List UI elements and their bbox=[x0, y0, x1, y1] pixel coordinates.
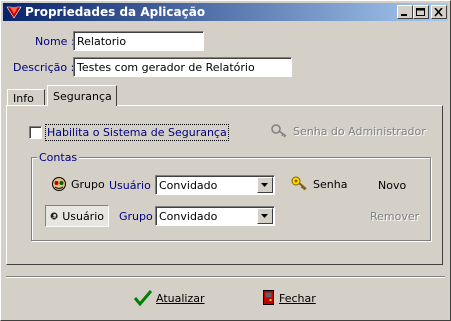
contas-group bbox=[31, 157, 431, 241]
usuario-label: Usuário : bbox=[109, 179, 159, 192]
admin-password-button[interactable]: Senha do Administrador bbox=[271, 124, 426, 138]
usuario-button[interactable]: Usuário bbox=[45, 205, 109, 227]
usuario-select-value: Convidado bbox=[159, 179, 218, 192]
grupo-button[interactable]: Grupo bbox=[51, 176, 105, 192]
senha-button-label: Senha bbox=[313, 177, 348, 191]
grupo-dropdown-arrow[interactable] bbox=[257, 208, 273, 224]
admin-password-label: Senha do Administrador bbox=[293, 124, 426, 138]
tab-seguranca[interactable]: Segurança bbox=[47, 85, 117, 106]
remover-button[interactable]: Remover bbox=[370, 210, 419, 223]
minimize-button[interactable] bbox=[397, 5, 413, 19]
grupo-button-label: Grupo bbox=[71, 177, 105, 191]
description-label: Descrição : bbox=[13, 61, 75, 74]
grupo-label: Grupo : bbox=[119, 210, 160, 223]
usuario-button-label: Usuário bbox=[62, 209, 104, 223]
atualizar-button-label: Atualizar bbox=[156, 291, 205, 305]
grupo-select-value: Convidado bbox=[159, 210, 218, 223]
name-field[interactable]: Relatorio bbox=[73, 31, 204, 51]
name-label: Nome : bbox=[35, 35, 75, 48]
app-properties-window: Propriedades da Aplicação Nome : Relator… bbox=[0, 0, 451, 321]
close-icon bbox=[434, 8, 443, 17]
key-icon bbox=[291, 176, 307, 191]
maximize-button[interactable] bbox=[413, 5, 429, 19]
senha-button[interactable]: Senha bbox=[291, 176, 347, 192]
maximize-icon bbox=[416, 8, 425, 16]
group-icon bbox=[52, 177, 66, 191]
fechar-button[interactable]: Fechar bbox=[263, 290, 316, 306]
footer-separator bbox=[6, 276, 445, 278]
description-field[interactable]: Testes com gerador de Relatório bbox=[73, 57, 292, 77]
usuario-select[interactable]: Convidado bbox=[155, 175, 275, 195]
tab-seguranca-label: Segurança bbox=[53, 90, 112, 103]
chevron-down-icon bbox=[261, 214, 268, 218]
minimize-icon bbox=[401, 14, 407, 16]
window-title: Propriedades da Aplicação bbox=[25, 5, 206, 19]
door-exit-icon bbox=[263, 290, 274, 305]
app-logo-icon bbox=[6, 6, 22, 19]
novo-button[interactable]: Novo bbox=[378, 179, 406, 192]
grupo-select[interactable]: Convidado bbox=[155, 206, 275, 226]
chevron-down-icon bbox=[261, 183, 268, 187]
checkmark-icon bbox=[134, 290, 152, 306]
user-icon bbox=[50, 212, 58, 220]
title-bar[interactable]: Propriedades da Aplicação bbox=[3, 3, 448, 21]
close-button[interactable] bbox=[431, 5, 447, 19]
enable-security-checkbox[interactable] bbox=[29, 126, 42, 139]
tab-info[interactable]: Info bbox=[7, 89, 45, 105]
contas-group-title: Contas bbox=[37, 151, 80, 164]
key-icon bbox=[271, 124, 287, 138]
enable-security-label[interactable]: Habilita o Sistema de Segurança bbox=[45, 124, 229, 141]
usuario-dropdown-arrow[interactable] bbox=[257, 177, 273, 193]
atualizar-button[interactable]: Atualizar bbox=[134, 290, 205, 306]
fechar-button-label: Fechar bbox=[279, 291, 316, 305]
tab-info-label: Info bbox=[13, 92, 34, 105]
